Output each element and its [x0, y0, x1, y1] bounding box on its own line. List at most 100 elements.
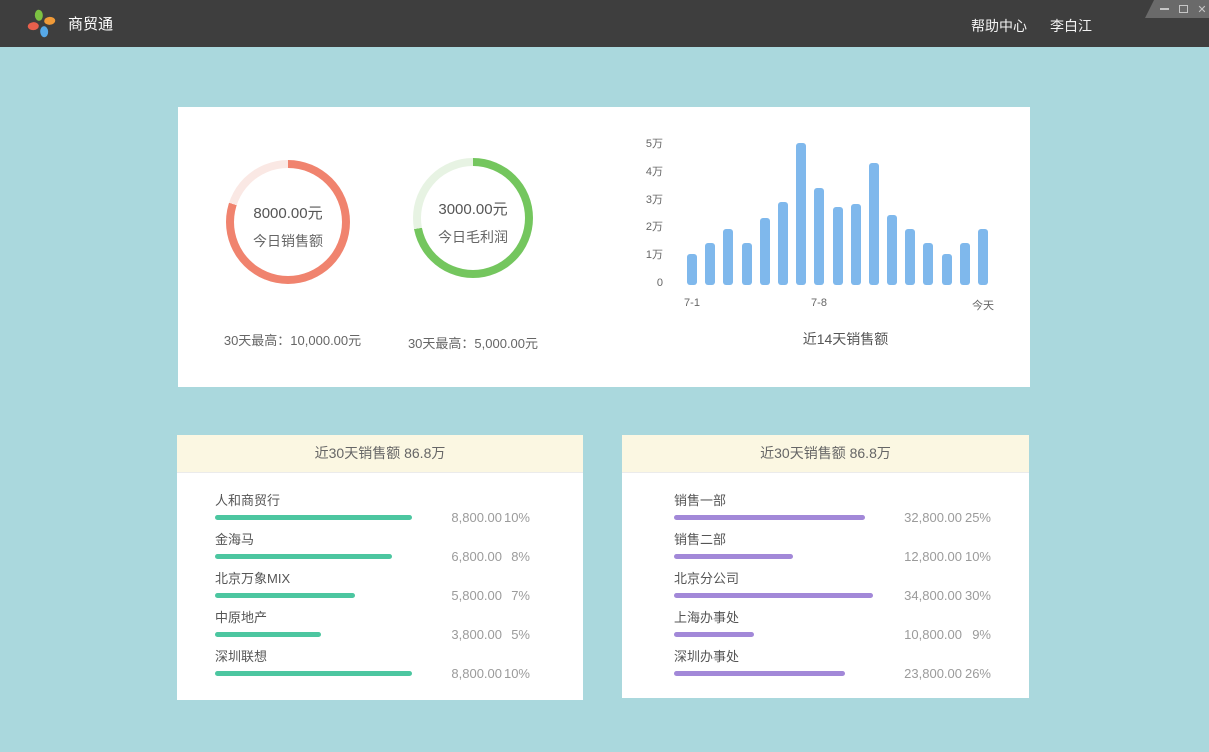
top-nav: 帮助中心 李白江 — [971, 19, 1092, 33]
progress-bar-track — [215, 515, 412, 520]
progress-bar — [674, 671, 845, 676]
list-item: 北京万象MIX 5,800.00 7% — [177, 559, 583, 598]
item-value: 6,800.00 — [412, 550, 502, 563]
department-sales-list: 销售一部 32,800.00 25% 销售二部 12,800.00 10% 北京… — [622, 473, 1029, 676]
list-item: 销售一部 32,800.00 25% — [622, 481, 1029, 520]
item-value: 5,800.00 — [412, 589, 502, 602]
item-value: 12,800.00 — [873, 550, 962, 563]
list-item-left: 深圳联想 — [215, 649, 412, 676]
today-sales-caption: 今日销售额 — [253, 231, 323, 251]
progress-bar-track — [674, 593, 873, 598]
close-icon: ✕ — [1197, 4, 1206, 15]
progress-bar — [215, 515, 412, 520]
list-item: 销售二部 12,800.00 10% — [622, 520, 1029, 559]
close-button[interactable]: ✕ — [1197, 3, 1207, 15]
sales-bar — [723, 229, 733, 285]
list-item: 中原地产 3,800.00 5% — [177, 598, 583, 637]
item-value: 3,800.00 — [412, 628, 502, 641]
progress-bar-track — [674, 671, 873, 676]
x-axis-tick: 7-8 — [811, 297, 827, 309]
item-label: 北京万象MIX — [215, 571, 412, 586]
item-label: 北京分公司 — [674, 571, 873, 586]
progress-bar — [215, 632, 321, 637]
list-item-left: 深圳办事处 — [674, 649, 873, 676]
progress-bar-track — [215, 593, 412, 598]
today-profit-value: 3000.00元 — [438, 198, 507, 219]
sales-bar — [833, 207, 843, 285]
progress-bar — [215, 671, 412, 676]
profit-30day-max: 30天最高：5,000.00元 — [358, 333, 588, 352]
item-label: 人和商贸行 — [215, 493, 412, 508]
item-value: 8,800.00 — [412, 511, 502, 524]
list-item: 深圳办事处 23,800.00 26% — [622, 637, 1029, 676]
y-axis-tick: 2万 — [623, 220, 663, 234]
item-percent: 7% — [502, 589, 530, 602]
pinwheel-logo-icon — [26, 8, 57, 39]
item-value: 10,800.00 — [873, 628, 962, 641]
item-label: 深圳办事处 — [674, 649, 873, 664]
customer-sales-card-title: 近30天销售额 86.8万 — [177, 435, 583, 473]
list-item-left: 中原地产 — [215, 610, 412, 637]
nav-username[interactable]: 李白江 — [1050, 19, 1092, 33]
item-value: 23,800.00 — [873, 667, 962, 680]
list-item-left: 北京万象MIX — [215, 571, 412, 598]
nav-help-center[interactable]: 帮助中心 — [971, 19, 1027, 33]
progress-bar-track — [674, 632, 873, 637]
item-percent: 25% — [962, 511, 991, 524]
progress-bar — [215, 554, 392, 559]
item-percent: 30% — [962, 589, 991, 602]
item-percent: 8% — [502, 550, 530, 563]
sales-bar — [796, 143, 806, 285]
sales-bar — [887, 215, 897, 285]
item-value: 34,800.00 — [873, 589, 962, 602]
item-label: 上海办事处 — [674, 610, 873, 625]
minimize-button[interactable] — [1159, 3, 1169, 15]
progress-bar-track — [215, 671, 412, 676]
today-profit-donut: 3000.00元 今日毛利润 — [413, 158, 533, 278]
list-item: 上海办事处 10,800.00 9% — [622, 598, 1029, 637]
x-axis-tick: 今天 — [972, 297, 994, 313]
maximize-button[interactable] — [1178, 3, 1188, 15]
sales-bar — [760, 218, 770, 285]
progress-bar-track — [215, 632, 412, 637]
sales-bar — [869, 163, 879, 285]
department-sales-card-title: 近30天销售额 86.8万 — [622, 435, 1029, 473]
y-axis-tick: 4万 — [623, 165, 663, 179]
bar-chart-title: 近14天销售额 — [694, 329, 997, 349]
item-percent: 10% — [502, 667, 530, 680]
list-item-left: 销售一部 — [674, 493, 873, 520]
titlebar: 商贸通 帮助中心 李白江 ✕ — [0, 0, 1209, 47]
sales-bar — [705, 243, 715, 285]
progress-bar-track — [215, 554, 412, 559]
item-label: 金海马 — [215, 532, 412, 547]
item-label: 销售二部 — [674, 532, 873, 547]
maximize-icon — [1179, 5, 1188, 13]
sales-bar — [778, 202, 788, 285]
sales-bar — [742, 243, 752, 285]
list-item-left: 北京分公司 — [674, 571, 873, 598]
item-label: 中原地产 — [215, 610, 412, 625]
progress-bar-track — [674, 515, 873, 520]
sales-bar — [814, 188, 824, 285]
y-axis-tick: 1万 — [623, 248, 663, 262]
today-summary-card: 8000.00元 今日销售额 30天最高：10,000.00元 3000.00元… — [178, 107, 1030, 387]
progress-bar-track — [674, 554, 873, 559]
progress-bar — [215, 593, 355, 598]
list-item-left: 人和商贸行 — [215, 493, 412, 520]
customer-sales-card: 近30天销售额 86.8万 人和商贸行 8,800.00 10% 金海马 6,8… — [177, 435, 583, 700]
item-percent: 10% — [962, 550, 991, 563]
list-item: 金海马 6,800.00 8% — [177, 520, 583, 559]
progress-bar — [674, 515, 865, 520]
progress-bar — [674, 593, 873, 598]
sales-bar — [960, 243, 970, 285]
list-item: 人和商贸行 8,800.00 10% — [177, 481, 583, 520]
y-axis-tick: 0 — [623, 276, 663, 290]
item-percent: 5% — [502, 628, 530, 641]
today-sales-value: 8000.00元 — [253, 202, 322, 223]
item-label: 深圳联想 — [215, 649, 412, 664]
sales-bar-chart — [687, 143, 988, 285]
y-axis-tick: 3万 — [623, 193, 663, 207]
sales-bar — [978, 229, 988, 285]
progress-bar — [674, 632, 754, 637]
window-controls: ✕ — [1145, 0, 1209, 18]
